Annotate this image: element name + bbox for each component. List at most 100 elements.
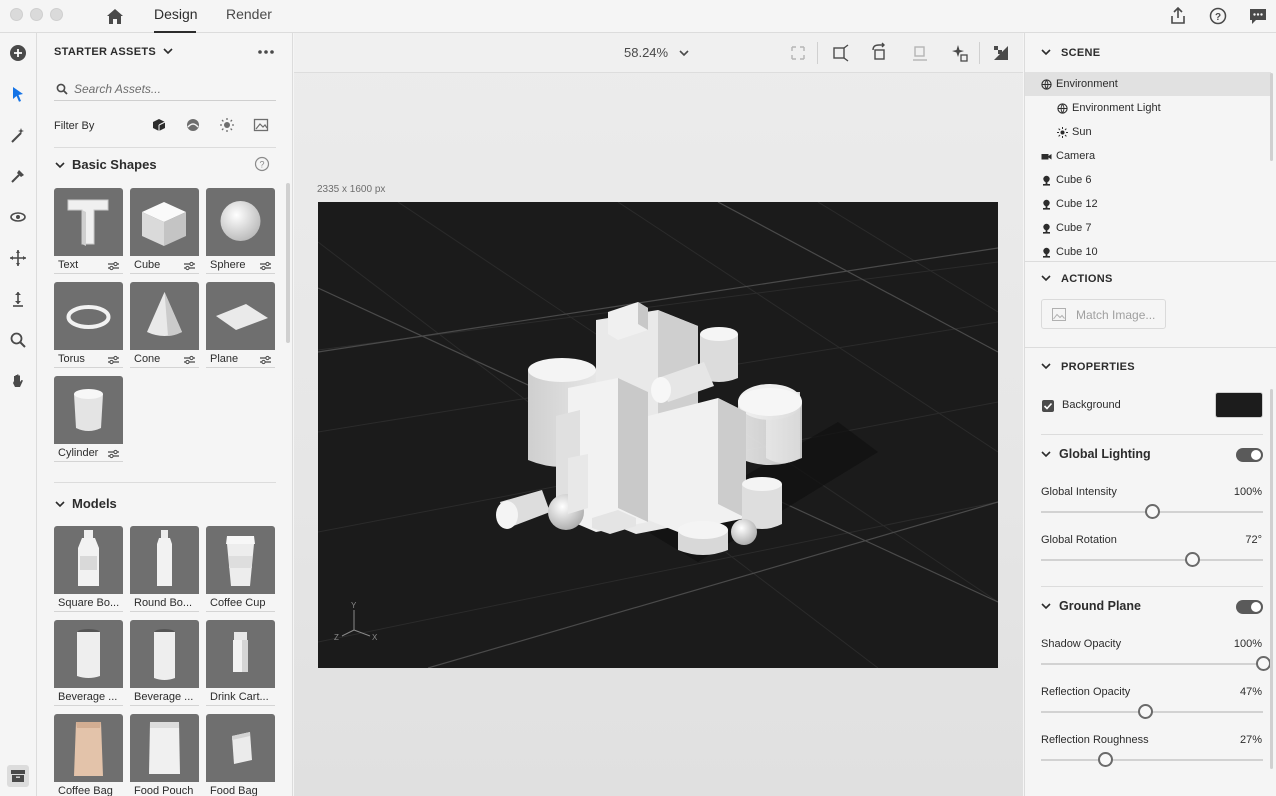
orbit-icon[interactable]: [7, 206, 29, 228]
select-icon[interactable]: [7, 83, 29, 105]
asset-card-cone[interactable]: Cone: [130, 282, 199, 368]
shadow-opacity-slider[interactable]: [1041, 656, 1271, 671]
filter-images-icon[interactable]: [253, 117, 269, 133]
help-icon[interactable]: ?: [1207, 5, 1229, 27]
sliders-icon[interactable]: [184, 261, 195, 271]
slider-handle[interactable]: [1145, 504, 1160, 519]
chevron-down-icon[interactable]: [679, 49, 689, 57]
search-input[interactable]: [74, 79, 274, 99]
magic-wand-icon[interactable]: [7, 124, 29, 146]
home-icon[interactable]: [104, 6, 126, 26]
slider-handle[interactable]: [1138, 704, 1154, 719]
asset-card-cylinder[interactable]: Cylinder: [54, 376, 123, 462]
divider: [54, 482, 276, 483]
scene-item-camera[interactable]: Camera: [1025, 144, 1271, 168]
scene-item-cube-7[interactable]: Cube 7: [1025, 216, 1271, 240]
global-lighting-header[interactable]: Global Lighting: [1041, 447, 1151, 461]
frame-icon[interactable]: [787, 42, 809, 64]
tab-render[interactable]: Render: [226, 0, 272, 33]
assets-title[interactable]: STARTER ASSETS: [54, 46, 173, 58]
asset-card-square-bottle[interactable]: Square Bo...: [54, 526, 123, 612]
window-minimize-button[interactable]: [30, 8, 43, 21]
scene-render: Y Z X: [318, 202, 998, 668]
actions-header[interactable]: ACTIONS: [1041, 273, 1113, 285]
filter-materials-icon[interactable]: [185, 117, 201, 133]
pan-icon[interactable]: [7, 247, 29, 269]
asset-card-food-pouch[interactable]: Food Pouch: [130, 714, 199, 796]
asset-card-plane[interactable]: Plane: [206, 282, 275, 368]
scene-item-environment-light[interactable]: Environment Light: [1025, 96, 1271, 120]
asset-card-food-bag[interactable]: Food Bag: [206, 714, 275, 796]
slider-handle[interactable]: [1256, 656, 1271, 671]
scene-scrollbar[interactable]: [1270, 73, 1273, 161]
hand-icon[interactable]: [7, 370, 29, 392]
properties-scrollbar[interactable]: [1270, 389, 1273, 769]
global-rotation-slider[interactable]: [1041, 552, 1263, 567]
asset-card-drink-carton[interactable]: Drink Cart...: [206, 620, 275, 706]
cylinder-thumbnail: [54, 376, 123, 444]
background-color-swatch[interactable]: [1215, 392, 1263, 418]
zoom-icon[interactable]: [7, 329, 29, 351]
drop-to-ground-icon[interactable]: [909, 42, 931, 64]
sliders-icon[interactable]: [108, 449, 119, 459]
asset-card-coffee-bag[interactable]: Coffee Bag: [54, 714, 123, 796]
basic-shapes-header[interactable]: Basic Shapes: [54, 157, 157, 172]
asset-card-cube[interactable]: Cube: [130, 188, 199, 274]
scene-item-cube-12[interactable]: Cube 12: [1025, 192, 1271, 216]
background-checkbox[interactable]: [1042, 400, 1054, 412]
axis-z-label: Z: [334, 633, 339, 642]
properties-header[interactable]: PROPERTIES: [1041, 361, 1135, 373]
reflection-roughness-slider[interactable]: [1041, 752, 1263, 767]
checkerboard-icon[interactable]: [990, 42, 1012, 64]
tab-design[interactable]: Design: [154, 0, 198, 33]
models-header[interactable]: Models: [54, 496, 117, 511]
asset-card-beverage-can-2[interactable]: Beverage ...: [130, 620, 199, 706]
ground-plane-header[interactable]: Ground Plane: [1041, 599, 1141, 613]
sliders-icon[interactable]: [260, 355, 271, 365]
filter-lights-icon[interactable]: [219, 117, 235, 133]
global-intensity-slider[interactable]: [1041, 504, 1263, 519]
filter-models-icon[interactable]: [151, 117, 167, 133]
window-zoom-button[interactable]: [50, 8, 63, 21]
scene-item-environment[interactable]: Environment: [1025, 72, 1271, 96]
scene-header[interactable]: SCENE: [1041, 47, 1100, 59]
window-close-button[interactable]: [10, 8, 23, 21]
asset-card-beverage-can-1[interactable]: Beverage ...: [54, 620, 123, 706]
help-circle-icon[interactable]: ?: [254, 156, 270, 172]
sliders-icon[interactable]: [184, 355, 195, 365]
search-box: [54, 77, 276, 101]
asset-card-coffee-cup[interactable]: Coffee Cup: [206, 526, 275, 612]
asset-card-text[interactable]: Text: [54, 188, 123, 274]
sun-icon: [1057, 127, 1068, 138]
svg-text:?: ?: [259, 160, 264, 170]
global-lighting-toggle[interactable]: [1236, 448, 1263, 462]
magic-icon[interactable]: [949, 42, 971, 64]
dolly-icon[interactable]: [7, 288, 29, 310]
asset-card-sphere[interactable]: Sphere: [206, 188, 275, 274]
asset-card-torus[interactable]: Torus: [54, 282, 123, 368]
add-icon[interactable]: [7, 42, 29, 64]
coffee-cup-thumbnail: [206, 526, 275, 594]
feedback-icon[interactable]: [1247, 5, 1269, 27]
eyedropper-icon[interactable]: [7, 165, 29, 187]
slider-handle[interactable]: [1098, 752, 1114, 767]
reflection-opacity-slider[interactable]: [1041, 704, 1263, 719]
zoom-level[interactable]: 58.24%: [624, 45, 668, 60]
sliders-icon[interactable]: [108, 355, 119, 365]
transform-icon[interactable]: [830, 42, 852, 64]
slider-handle[interactable]: [1184, 552, 1200, 567]
sliders-icon[interactable]: [260, 261, 271, 271]
scene-item-sun[interactable]: Sun: [1025, 120, 1271, 144]
asset-card-round-bottle[interactable]: Round Bo...: [130, 526, 199, 612]
assets-scrollbar[interactable]: [286, 183, 290, 343]
match-image-button[interactable]: Match Image...: [1041, 299, 1166, 329]
more-options-icon[interactable]: [257, 45, 275, 59]
ground-plane-toggle[interactable]: [1236, 600, 1263, 614]
render-viewport[interactable]: Y Z X: [318, 202, 998, 668]
library-icon[interactable]: [7, 765, 29, 787]
assets-title-text: STARTER ASSETS: [54, 46, 156, 58]
sliders-icon[interactable]: [108, 261, 119, 271]
scene-item-cube-6[interactable]: Cube 6: [1025, 168, 1271, 192]
rotate-object-icon[interactable]: [869, 42, 891, 64]
share-icon[interactable]: [1167, 5, 1189, 27]
